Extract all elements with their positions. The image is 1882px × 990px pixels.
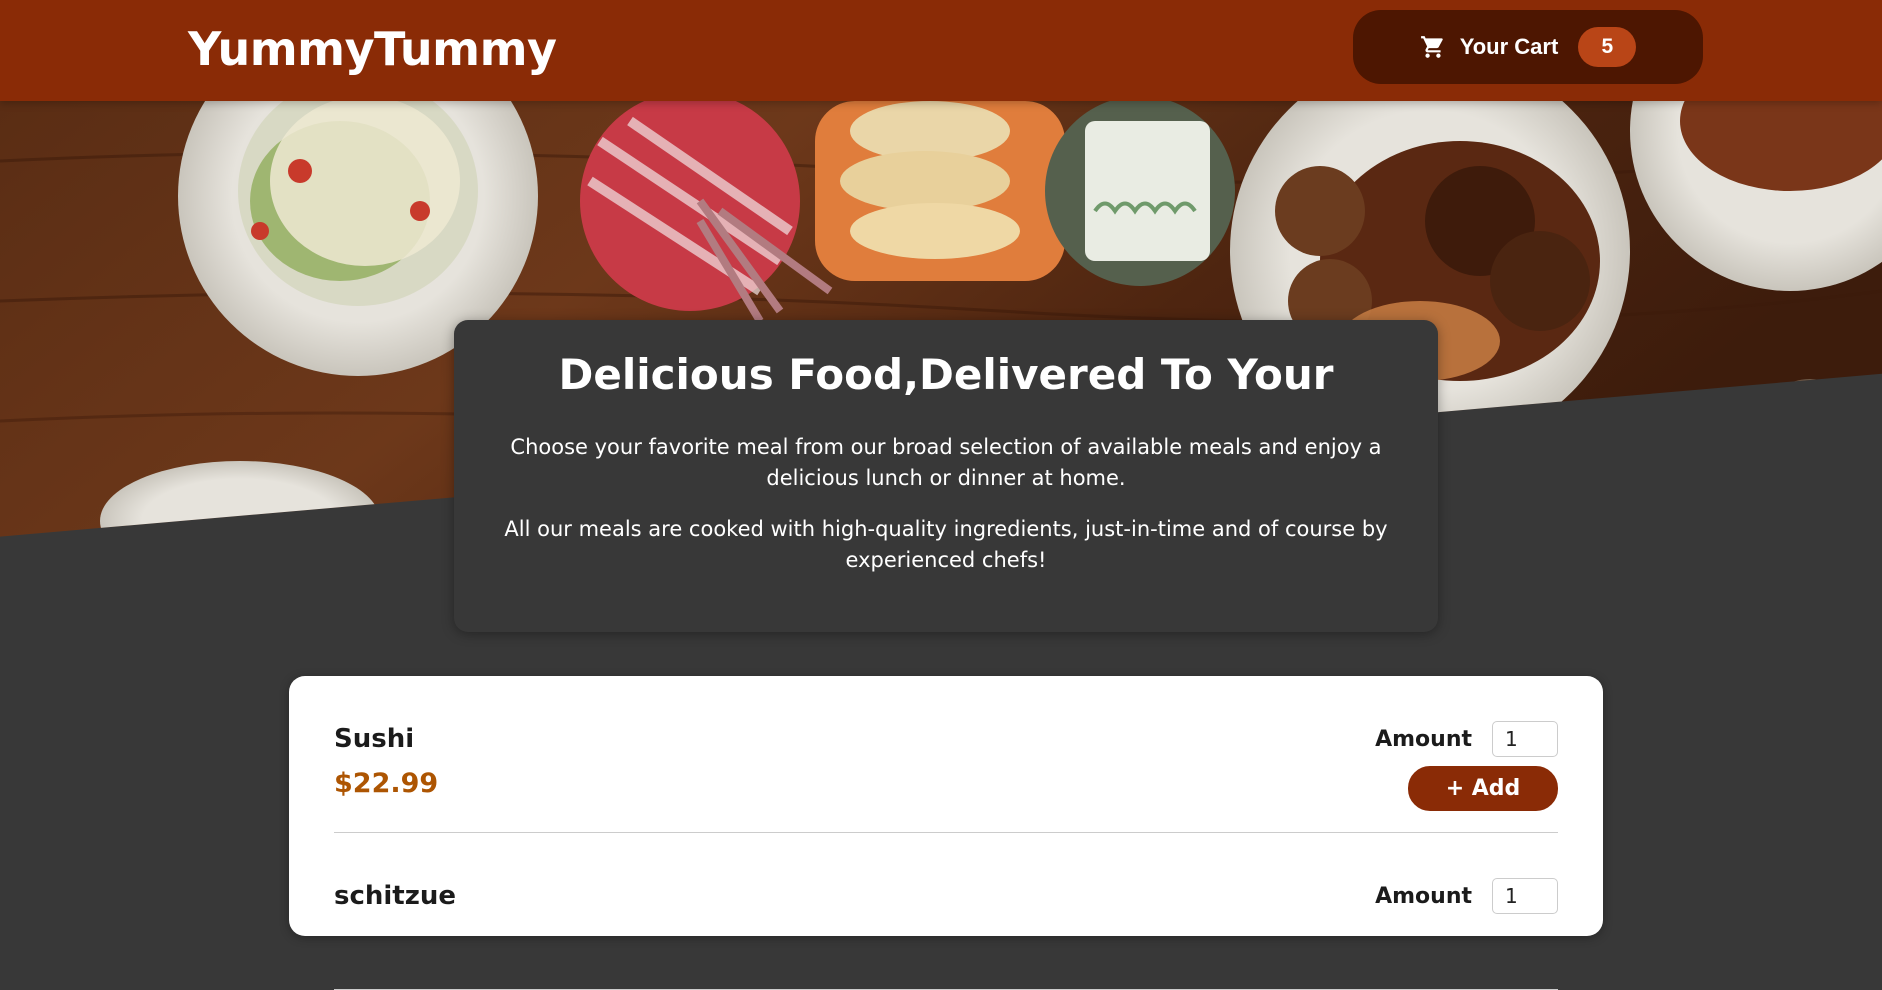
cart-button[interactable]: Your Cart 5 <box>1353 10 1703 84</box>
meal-item: Sushi $22.99 Amount + Add <box>334 676 1558 833</box>
app-header: YummyTummy Your Cart 5 <box>0 0 1882 101</box>
meal-item: schitzue Amount <box>334 833 1558 990</box>
cart-count-badge: 5 <box>1578 27 1637 67</box>
add-to-cart-button[interactable]: + Add <box>1408 766 1558 811</box>
summary-title: Delicious Food,Delivered To Your <box>558 350 1334 399</box>
cart-label: Your Cart <box>1459 34 1559 59</box>
summary-card: Delicious Food,Delivered To Your Choose … <box>454 320 1438 632</box>
meal-price: $22.99 <box>334 768 439 799</box>
amount-label: Amount <box>1375 883 1472 909</box>
summary-paragraph: All our meals are cooked with high-quali… <box>504 517 1388 572</box>
app-logo: YummyTummy <box>188 22 557 76</box>
amount-input[interactable] <box>1492 878 1558 914</box>
amount-row: Amount <box>1375 721 1558 757</box>
meals-list: Sushi $22.99 Amount + Add schitzue Amoun… <box>289 676 1603 990</box>
cart-icon <box>1420 34 1446 60</box>
amount-row: Amount <box>1375 878 1558 914</box>
amount-input[interactable] <box>1492 721 1558 757</box>
amount-label: Amount <box>1375 726 1472 752</box>
meal-name: Sushi <box>334 724 415 754</box>
summary-paragraph: Choose your favorite meal from our broad… <box>510 435 1382 490</box>
